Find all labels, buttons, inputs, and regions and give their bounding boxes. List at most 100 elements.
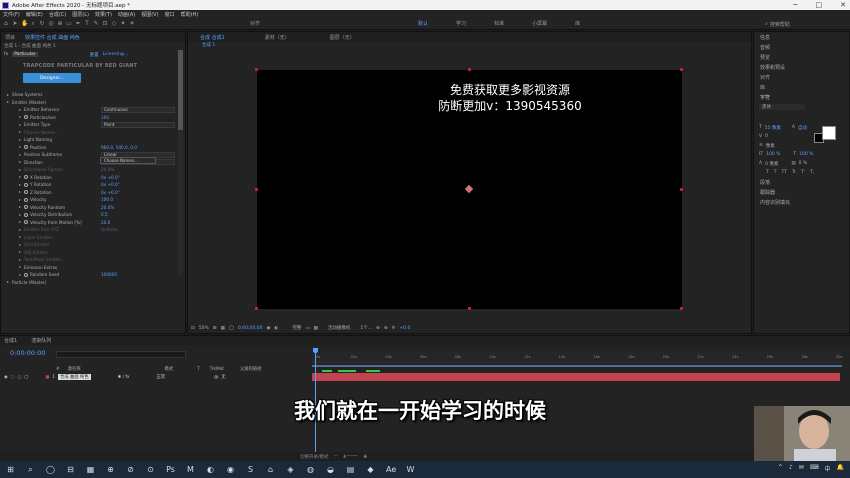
- stopwatch-icon[interactable]: [24, 115, 28, 120]
- menu-file[interactable]: 文件(F): [3, 11, 20, 18]
- property-row[interactable]: Layer Emitter: [1, 234, 185, 242]
- property-value[interactable]: 960.0, 540.0, 0.0: [101, 145, 137, 150]
- snap-checkbox[interactable]: 对齐: [250, 20, 260, 27]
- tray-icon[interactable]: ✉: [799, 464, 804, 473]
- render-icon[interactable]: ⊕: [376, 326, 380, 331]
- property-value[interactable]: 0x +0.0°: [101, 182, 120, 187]
- roi-icon[interactable]: ▭: [305, 326, 309, 331]
- tab-footage[interactable]: 素材（无）: [265, 34, 290, 41]
- designer-button[interactable]: Designer...: [23, 73, 81, 83]
- panel-content-aware-fill[interactable]: 内容识别填充: [754, 197, 849, 207]
- panel-effects-presets[interactable]: 效果和预设: [754, 62, 849, 72]
- bbox-handle[interactable]: [680, 307, 683, 310]
- panel-character[interactable]: 字符: [754, 92, 849, 102]
- taskbar-app-icon[interactable]: Ps: [166, 465, 175, 474]
- transparency-icon[interactable]: ▩: [314, 326, 318, 331]
- property-row[interactable]: Emission Extras: [1, 264, 185, 272]
- tray-icon[interactable]: ⌨: [810, 464, 819, 473]
- pick-whip-icon[interactable]: @: [214, 375, 218, 380]
- work-area-bar[interactable]: [312, 365, 842, 367]
- property-value[interactable]: 20.0: [101, 220, 110, 225]
- tray-icon[interactable]: ^: [778, 464, 783, 473]
- fit-icon[interactable]: ⊞: [213, 326, 217, 331]
- menu-composition[interactable]: 合成(C): [49, 11, 66, 18]
- expand-triangle-icon[interactable]: [19, 108, 21, 111]
- expand-triangle-icon[interactable]: [19, 258, 21, 261]
- expand-triangle-icon[interactable]: [19, 273, 21, 276]
- resolution-dropdown[interactable]: 完整: [292, 325, 301, 331]
- visibility-icon[interactable]: ◉: [4, 375, 8, 380]
- brush-tool-icon[interactable]: ✎: [93, 21, 99, 27]
- taskbar-app-icon[interactable]: ⌂: [266, 465, 275, 474]
- property-row[interactable]: Text/Mask Emitter: [1, 256, 185, 264]
- panel-tracker[interactable]: 跟踪器: [754, 187, 849, 197]
- menu-animation[interactable]: 动画(A): [118, 11, 135, 18]
- tab-render-queue[interactable]: 渲染队列: [31, 337, 51, 344]
- faux-italic-button[interactable]: T: [774, 170, 777, 175]
- property-value[interactable]: 0.5: [101, 212, 108, 217]
- taskbar-app-icon[interactable]: S: [246, 465, 255, 474]
- superscript-button[interactable]: T': [801, 170, 805, 175]
- vscale-value[interactable]: 100 %: [766, 152, 780, 157]
- taskbar-app-icon[interactable]: ▦: [86, 465, 95, 474]
- label-color-icon[interactable]: ■: [45, 375, 49, 380]
- panel-paragraph[interactable]: 段落: [754, 177, 849, 187]
- property-value[interactable]: 20.0%: [101, 167, 114, 172]
- taskbar-app-icon[interactable]: ⊟: [66, 465, 75, 474]
- taskbar-app-icon[interactable]: ◒: [326, 465, 335, 474]
- menu-view[interactable]: 视图(V): [141, 11, 158, 18]
- taskbar-app-icon[interactable]: ◯: [46, 465, 55, 474]
- search-help[interactable]: ⌕ 搜索帮助: [765, 20, 845, 28]
- bbox-handle[interactable]: [680, 188, 683, 191]
- stopwatch-icon[interactable]: [24, 197, 28, 202]
- all-caps-button[interactable]: TT: [782, 170, 787, 175]
- property-row[interactable]: Position Subframe Linear: [1, 151, 185, 159]
- layer-mode[interactable]: 正常: [156, 374, 165, 380]
- menu-window[interactable]: 窗口: [165, 11, 175, 18]
- panel-libraries[interactable]: 库: [754, 82, 849, 92]
- camera-tool-icon[interactable]: ◎: [48, 21, 54, 27]
- home-icon[interactable]: ⌂: [3, 21, 9, 27]
- taskbar-app-icon[interactable]: ◈: [286, 465, 295, 474]
- expand-triangle-icon[interactable]: [7, 281, 9, 284]
- comp-timecode[interactable]: 0;00;00;00: [238, 326, 263, 331]
- property-row[interactable]: Y Rotation 0x +0.0°: [1, 181, 185, 189]
- solo-icon[interactable]: ○: [18, 375, 22, 380]
- property-row[interactable]: X Rotation 0x +0.0°: [1, 174, 185, 182]
- tab-layer[interactable]: 图层（无）: [330, 34, 355, 41]
- taskbar-app-icon[interactable]: ◆: [366, 465, 375, 474]
- audio-icon[interactable]: ◌: [11, 375, 15, 380]
- zoom-out-icon[interactable]: ─: [335, 454, 338, 459]
- small-caps-button[interactable]: Tr: [792, 170, 796, 175]
- expand-triangle-icon[interactable]: [7, 101, 9, 104]
- expand-triangle-icon[interactable]: [19, 213, 21, 216]
- maximize-button[interactable]: □: [816, 0, 823, 10]
- toggle-switches-modes[interactable]: 切换开关/模式: [300, 454, 329, 460]
- faux-bold-button[interactable]: T: [766, 170, 769, 175]
- expand-triangle-icon[interactable]: [19, 176, 21, 179]
- stopwatch-icon[interactable]: [24, 175, 28, 180]
- stopwatch-icon[interactable]: [24, 145, 28, 150]
- expand-triangle-icon[interactable]: [19, 168, 21, 171]
- property-value[interactable]: 100.0: [101, 197, 113, 202]
- exposure-value[interactable]: +0.0: [399, 326, 410, 331]
- layer-switches[interactable]: ✱ / fx: [118, 375, 130, 380]
- comp-breadcrumb[interactable]: 合成 1: [188, 42, 751, 50]
- property-row[interactable]: Directional Spread 20.0%: [1, 166, 185, 174]
- rotate-tool-icon[interactable]: ↻: [39, 21, 45, 27]
- reset-exposure-icon[interactable]: ✲: [392, 326, 396, 331]
- taskbar-app-icon[interactable]: ⊘: [126, 465, 135, 474]
- property-row[interactable]: Show Systems: [1, 91, 185, 99]
- layer-parent[interactable]: 无: [221, 374, 225, 380]
- lock-icon[interactable]: ▢: [24, 375, 28, 380]
- property-row[interactable]: Emitter (Master): [1, 99, 185, 107]
- views-dropdown[interactable]: 1个...: [360, 325, 372, 331]
- workspace-small-screen[interactable]: 小屏幕: [532, 20, 547, 27]
- eraser-tool-icon[interactable]: ◇: [111, 21, 117, 27]
- tray-icon[interactable]: ♪: [789, 464, 793, 473]
- pen-tool-icon[interactable]: ✒: [75, 21, 81, 27]
- roto-tool-icon[interactable]: ✦: [120, 21, 126, 27]
- bbox-handle[interactable]: [255, 188, 258, 191]
- hand-tool-icon[interactable]: ✋: [21, 21, 28, 27]
- panel-preview[interactable]: 预览: [754, 52, 849, 62]
